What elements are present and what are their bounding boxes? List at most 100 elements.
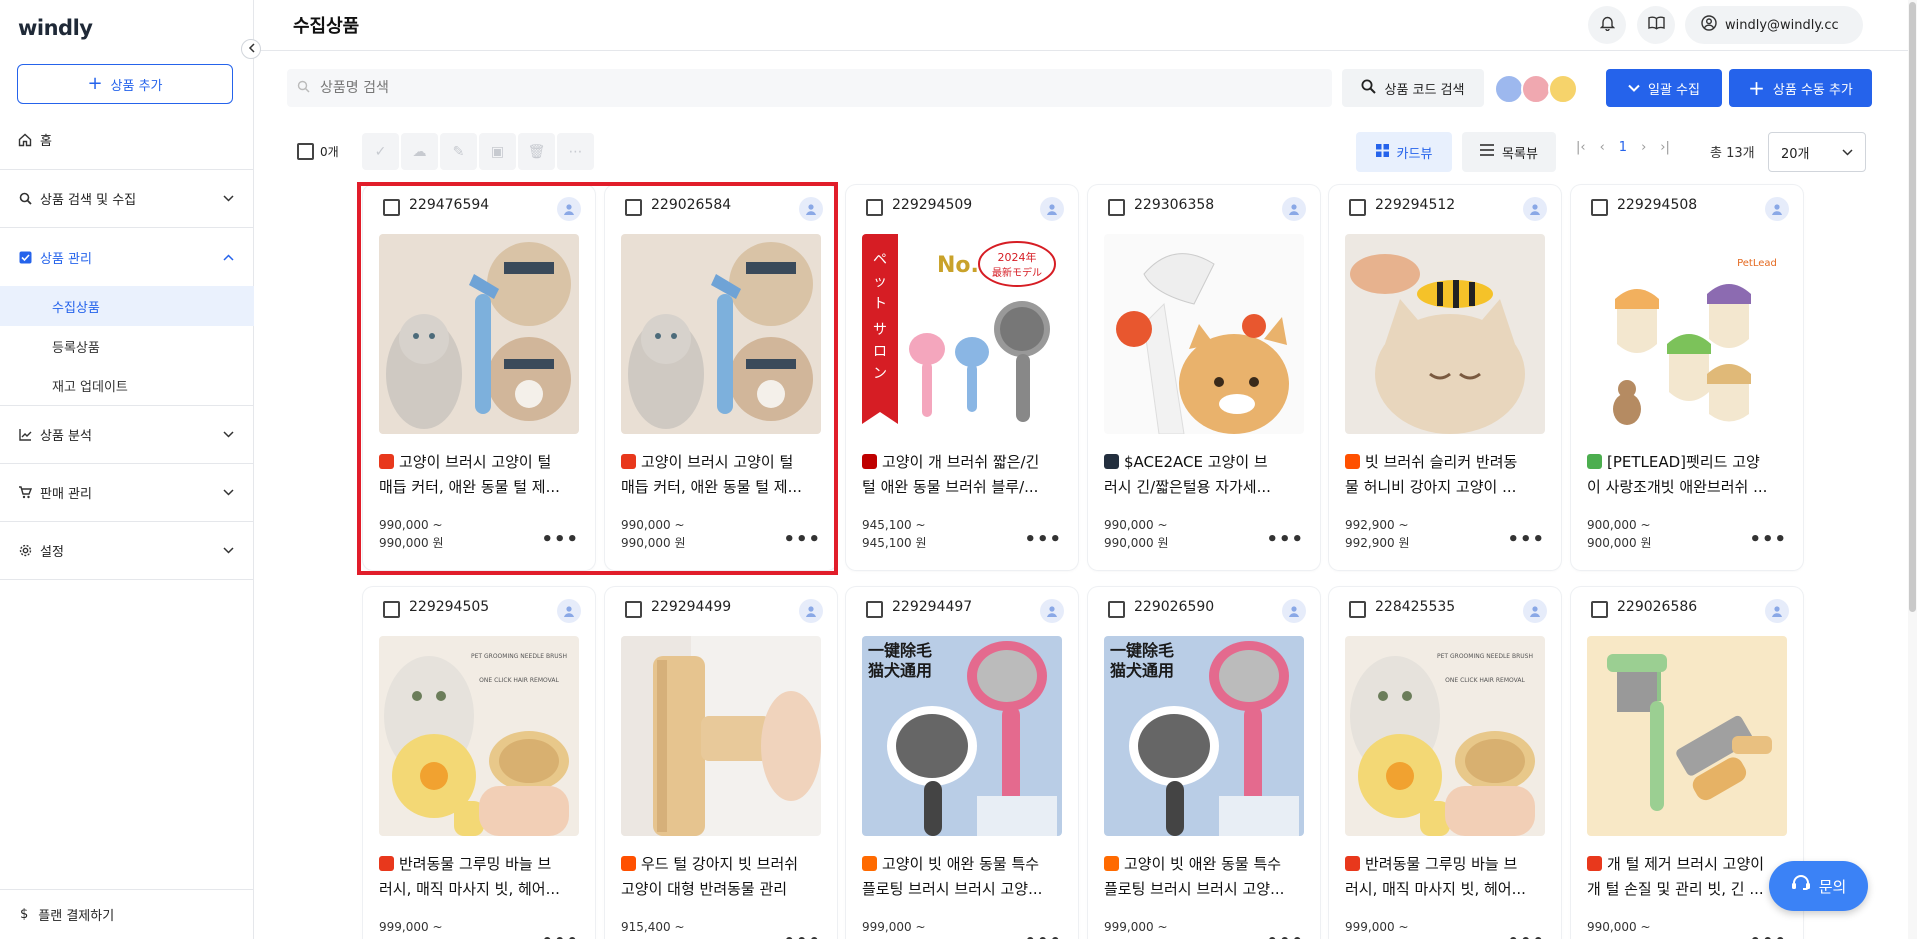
product-code-search-button[interactable]: 상품 코드 검색 xyxy=(1342,69,1484,107)
product-card[interactable]: 229294512 빗 브러쉬 슬리커 반려동 물 허니비 강아지 고양이 ...… xyxy=(1329,185,1561,570)
last-page-icon[interactable]: ›| xyxy=(1660,140,1670,155)
more-options-icon[interactable]: ••• xyxy=(1266,931,1304,939)
product-checkbox[interactable] xyxy=(383,601,400,618)
product-image[interactable]: 一键除毛 猫犬通用 xyxy=(862,636,1062,836)
product-image[interactable] xyxy=(379,234,579,434)
product-image[interactable]: PetLead xyxy=(1587,234,1787,434)
product-image[interactable] xyxy=(1104,234,1304,434)
sidebar-item-settings[interactable]: 설정 xyxy=(0,522,254,580)
product-card[interactable]: 229294499 우드 털 강아지 빗 브러쉬 고양이 대형 반려동물 관리 9… xyxy=(605,587,837,939)
product-checkbox[interactable] xyxy=(866,199,883,216)
user-avatar-icon xyxy=(1040,599,1064,623)
manual-add-button[interactable]: + 상품 수동 추가 xyxy=(1729,69,1872,107)
card-view-button[interactable]: 카드뷰 xyxy=(1356,132,1452,172)
product-checkbox[interactable] xyxy=(1591,199,1608,216)
page-scrollbar[interactable] xyxy=(1908,0,1917,939)
sidebar-item-sales[interactable]: 판매 관리 xyxy=(0,464,254,522)
more-options-icon[interactable]: ••• xyxy=(1507,529,1545,550)
more-options-icon[interactable]: ••• xyxy=(1749,529,1787,550)
inquiry-chat-button[interactable]: 문의 xyxy=(1769,861,1868,911)
sidebar-sub-registered[interactable]: 등록상품 xyxy=(0,326,254,366)
product-title[interactable]: 고양이 빗 애완 동물 특수 플로팅 브러시 브러시 고양... xyxy=(1104,852,1304,902)
select-all[interactable]: 0개 xyxy=(297,143,339,160)
more-options-icon[interactable]: ••• xyxy=(783,931,821,939)
cloud-upload-icon[interactable]: ☁ xyxy=(401,133,438,170)
product-checkbox[interactable] xyxy=(866,601,883,618)
more-options-icon[interactable]: ••• xyxy=(1749,931,1787,939)
product-image[interactable]: PET GROOMING NEEDLE BRUSH ONE CLICK HAIR … xyxy=(1345,636,1545,836)
product-title[interactable]: [PETLEAD]펫리드 고양 이 사랑조개빗 애완브러쉬 ... xyxy=(1587,450,1787,500)
plan-payment-link[interactable]: $ 플랜 결제하기 xyxy=(0,889,254,939)
product-checkbox[interactable] xyxy=(625,199,642,216)
product-image[interactable]: ペットサロン No.1 2024年 最新モデル xyxy=(862,234,1062,434)
product-image[interactable]: 一键除毛 猫犬通用 xyxy=(1104,636,1304,836)
more-icon[interactable]: ⋯ xyxy=(557,133,594,170)
more-options-icon[interactable]: ••• xyxy=(1024,529,1062,550)
product-checkbox[interactable] xyxy=(1349,601,1366,618)
add-product-button[interactable]: + 상품 추가 xyxy=(17,64,233,104)
more-options-icon[interactable]: ••• xyxy=(1266,529,1304,550)
more-options-icon[interactable]: ••• xyxy=(541,529,579,550)
bulk-collect-button[interactable]: 일괄 수집 xyxy=(1606,69,1722,107)
product-image[interactable] xyxy=(621,636,821,836)
edit-icon[interactable]: ✎ xyxy=(440,133,477,170)
scrollbar-thumb[interactable] xyxy=(1909,2,1916,612)
user-account-button[interactable]: windly@windly.cc xyxy=(1685,6,1863,44)
sidebar-sub-collected[interactable]: 수집상품 xyxy=(0,286,254,326)
product-title[interactable]: 반려동물 그루밍 바늘 브 러시, 매직 마사지 빗, 헤어... xyxy=(1345,852,1545,902)
product-title[interactable]: $ACE2ACE 고양이 브 러시 긴/짧은털용 자가세... xyxy=(1104,450,1304,500)
sidebar-item-product-manage[interactable]: 상품 관리 xyxy=(0,228,254,286)
more-options-icon[interactable]: ••• xyxy=(783,529,821,550)
notification-button[interactable] xyxy=(1588,6,1626,44)
product-card[interactable]: 229476594 고양이 브러시 고양이 털 매듭 커터, 애완 동물 털 제.… xyxy=(363,185,595,570)
product-checkbox[interactable] xyxy=(1591,601,1608,618)
product-checkbox[interactable] xyxy=(1349,199,1366,216)
product-image[interactable] xyxy=(621,234,821,434)
product-checkbox[interactable] xyxy=(1108,601,1125,618)
svg-text:ONE CLICK HAIR REMOVAL: ONE CLICK HAIR REMOVAL xyxy=(1445,677,1525,684)
current-page[interactable]: 1 xyxy=(1619,140,1627,155)
product-title[interactable]: 고양이 빗 애완 동물 특수 플로팅 브러시 브러시 고양... xyxy=(862,852,1062,902)
product-card[interactable]: 229294505 PET GROOMING NEEDLE BRUSH ONE C… xyxy=(363,587,595,939)
product-title[interactable]: 고양이 브러시 고양이 털 매듭 커터, 애완 동물 털 제... xyxy=(379,450,579,500)
plus-icon: + xyxy=(1748,76,1765,100)
next-page-icon[interactable]: › xyxy=(1641,140,1646,155)
product-image[interactable] xyxy=(1345,234,1545,434)
list-view-button[interactable]: 목록뷰 xyxy=(1462,132,1556,172)
product-title[interactable]: 고양이 개 브러쉬 짧은/긴 털 애완 동물 브러쉬 블루/... xyxy=(862,450,1062,500)
sidebar-item-home[interactable]: 홈 xyxy=(0,110,254,170)
more-options-icon[interactable]: ••• xyxy=(541,931,579,939)
more-options-icon[interactable]: ••• xyxy=(1024,931,1062,939)
product-image[interactable] xyxy=(1587,636,1787,836)
product-card[interactable]: 229026584 고양이 브러시 고양이 털 매듭 커터, 애완 동물 털 제.… xyxy=(605,185,837,570)
product-card[interactable]: 229294508 PetLead [PETLEAD]펫리드 고양 이 사랑조개빗… xyxy=(1571,185,1803,570)
product-card[interactable]: 229306358 $ACE2ACE 고양이 브 러시 긴/짧은털용 자가세...… xyxy=(1088,185,1320,570)
per-page-select[interactable]: 20개 xyxy=(1768,132,1866,172)
check-icon[interactable]: ✓ xyxy=(362,133,399,170)
product-card[interactable]: 229294509 ペットサロン No.1 2024年 最新モデル 고양이 개 브러쉬… xyxy=(846,185,1078,570)
product-title[interactable]: 고양이 브러시 고양이 털 매듭 커터, 애완 동물 털 제... xyxy=(621,450,821,500)
product-checkbox[interactable] xyxy=(1108,199,1125,216)
product-checkbox[interactable] xyxy=(625,601,642,618)
contact-card-icon[interactable]: ▣ xyxy=(479,133,516,170)
product-checkbox[interactable] xyxy=(383,199,400,216)
product-card[interactable]: 229026590 一键除毛 猫犬通用 고양이 빗 애완 동물 특수 플로팅 브러시… xyxy=(1088,587,1320,939)
product-title[interactable]: 개 털 제거 브러시 고양이 개 털 손질 및 관리 빗, 긴 ... xyxy=(1587,852,1787,902)
sidebar-item-product-search[interactable]: 상품 검색 및 수집 xyxy=(0,170,254,228)
first-page-icon[interactable]: |‹ xyxy=(1576,140,1586,155)
search-input[interactable] xyxy=(320,80,1220,96)
product-image[interactable]: PET GROOMING NEEDLE BRUSH ONE CLICK HAIR … xyxy=(379,636,579,836)
product-title[interactable]: 반려동물 그루밍 바늘 브 러시, 매직 마사지 빗, 헤어... xyxy=(379,852,579,902)
product-title[interactable]: 우드 털 강아지 빗 브러쉬 고양이 대형 반려동물 관리 xyxy=(621,852,821,902)
sidebar-collapse-button[interactable] xyxy=(241,39,261,59)
product-title[interactable]: 빗 브러쉬 슬리커 반려동 물 허니비 강아지 고양이 ... xyxy=(1345,450,1545,500)
prev-page-icon[interactable]: ‹ xyxy=(1600,140,1605,155)
trash-icon[interactable]: 🗑 xyxy=(518,133,555,170)
guide-button[interactable] xyxy=(1637,6,1675,44)
product-card[interactable]: 229294497 一键除毛 猫犬通用 고양이 빗 애완 동물 특수 플로팅 브러시… xyxy=(846,587,1078,939)
select-all-checkbox[interactable] xyxy=(297,143,314,160)
product-card[interactable]: 228425535 PET GROOMING NEEDLE BRUSH ONE C… xyxy=(1329,587,1561,939)
more-options-icon[interactable]: ••• xyxy=(1507,931,1545,939)
sidebar-item-analysis[interactable]: 상품 분석 xyxy=(0,406,254,464)
sidebar-sub-stock-update[interactable]: 재고 업데이트 xyxy=(0,366,254,406)
